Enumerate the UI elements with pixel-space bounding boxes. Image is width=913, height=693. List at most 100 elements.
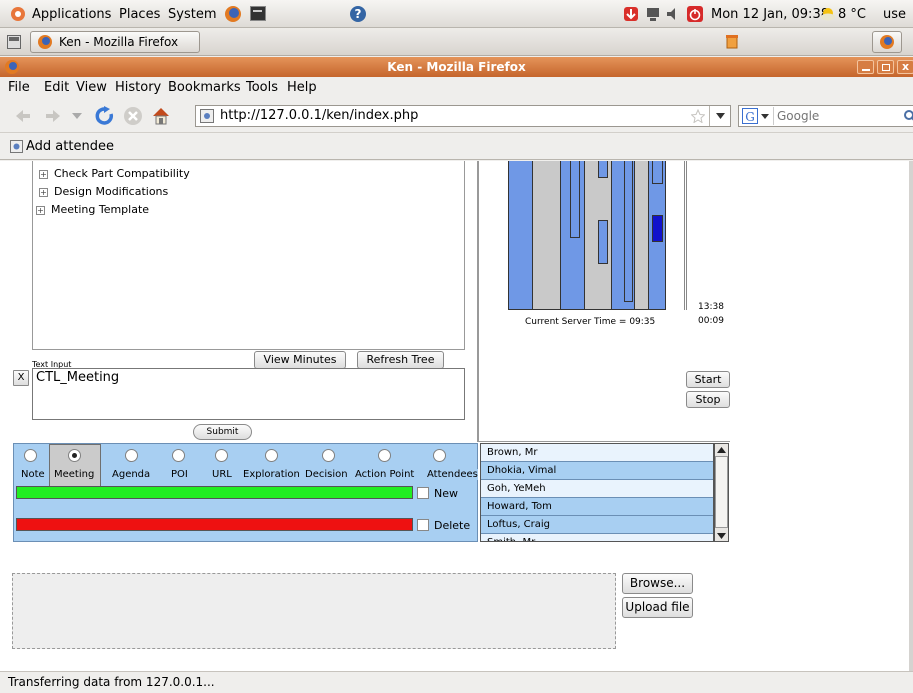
attendees-scrollbar[interactable] (714, 443, 729, 542)
shutdown-icon[interactable] (686, 5, 704, 23)
radio-action-point[interactable] (378, 449, 391, 462)
back-arrow-icon[interactable] (14, 108, 32, 124)
menu-history[interactable]: History (115, 80, 161, 95)
radio-meeting[interactable] (68, 449, 81, 462)
menu-file[interactable]: File (8, 80, 30, 95)
minimize-button[interactable] (857, 60, 874, 74)
window-title: Ken - Mozilla Firefox (387, 60, 526, 74)
bookmark-star-icon[interactable] (691, 109, 705, 123)
search-box[interactable]: G (738, 105, 913, 127)
radio-url[interactable] (215, 449, 228, 462)
attendee-row[interactable]: Smith, Mr (481, 534, 713, 541)
radio-exploration[interactable] (265, 449, 278, 462)
timeline-panel: Current Server Time = 09:35 13:38 00:09 … (478, 161, 730, 442)
upload-file-button[interactable]: Upload file (622, 597, 693, 618)
scroll-down-icon[interactable] (717, 533, 726, 539)
url-bar[interactable]: http://127.0.0.1/ken/index.php (195, 105, 731, 127)
taskbar-firefox-window[interactable]: Ken - Mozilla Firefox (30, 31, 200, 53)
menu-help[interactable]: Help (287, 80, 317, 95)
file-drop-area[interactable] (12, 573, 616, 649)
timeline-event-bar-current[interactable] (652, 215, 663, 242)
search-input[interactable] (777, 107, 897, 125)
timeline-chart (508, 161, 666, 310)
page-scrollbar[interactable] (909, 161, 913, 671)
delete-checkbox[interactable] (417, 519, 429, 531)
applications-menu[interactable]: Applications (32, 7, 111, 22)
window-menu-icon[interactable] (4, 59, 20, 75)
close-button[interactable]: x (897, 60, 913, 74)
type-label-action-point: Action Point (355, 469, 415, 480)
browse-button[interactable]: Browse... (622, 573, 693, 594)
workspace-switcher[interactable] (872, 31, 902, 53)
clear-input-button[interactable]: X (13, 370, 29, 386)
timeline-event-bar[interactable] (570, 161, 580, 238)
attendee-row[interactable]: Loftus, Craig (481, 516, 713, 534)
show-desktop-icon[interactable] (7, 35, 21, 49)
user-menu[interactable]: use (883, 7, 906, 22)
window-titlebar[interactable]: Ken - Mozilla Firefox x (0, 57, 913, 77)
home-icon[interactable] (151, 106, 171, 126)
refresh-tree-button[interactable]: Refresh Tree (357, 351, 444, 369)
scrollbar-thumb[interactable] (715, 456, 728, 528)
time-label-a: 13:38 (698, 302, 724, 312)
menu-tools[interactable]: Tools (246, 80, 278, 95)
timeline-event-bar[interactable] (598, 161, 608, 178)
tree-item-design-modifications[interactable]: + Design Modifications (39, 185, 168, 198)
help-icon[interactable]: ? (349, 5, 367, 23)
radio-attendees[interactable] (433, 449, 446, 462)
terminal-launcher-icon[interactable] (250, 6, 266, 21)
status-bar: Transferring data from 127.0.0.1... (0, 671, 913, 693)
tree-item-label: Design Modifications (54, 185, 169, 198)
stop-button[interactable]: Stop (686, 391, 730, 408)
submit-button[interactable]: Submit (193, 424, 252, 440)
timeline-event-bar[interactable] (624, 161, 633, 302)
attendee-row[interactable]: Brown, Mr (481, 444, 713, 462)
network-icon[interactable] (645, 6, 661, 22)
menu-view[interactable]: View (76, 80, 107, 95)
attendee-row[interactable]: Howard, Tom (481, 498, 713, 516)
system-menu[interactable]: System (168, 7, 216, 22)
search-engine-selector[interactable]: G (740, 107, 774, 125)
time-label-b: 00:09 (698, 316, 724, 326)
radio-decision[interactable] (322, 449, 335, 462)
type-label-attendees: Attendees (427, 469, 478, 480)
start-button[interactable]: Start (686, 371, 730, 388)
clock[interactable]: Mon 12 Jan, 09:38 (711, 7, 829, 22)
attendee-row[interactable]: Dhokia, Vimal (481, 462, 713, 480)
attendees-list[interactable]: Brown, Mr Dhokia, Vimal Goh, YeMeh Howar… (480, 443, 714, 542)
radio-poi[interactable] (172, 449, 185, 462)
weather-temperature[interactable]: 8 °C (838, 7, 866, 22)
stop-icon[interactable] (123, 106, 143, 126)
timeline-event-bar[interactable] (598, 220, 608, 264)
menu-bookmarks[interactable]: Bookmarks (168, 80, 241, 95)
new-color-bar[interactable] (16, 486, 413, 499)
timeline-scrubber[interactable] (684, 161, 687, 310)
history-dropdown-icon[interactable] (72, 113, 82, 119)
url-history-dropdown[interactable] (709, 106, 730, 126)
expand-icon[interactable]: + (39, 170, 48, 179)
trash-icon[interactable] (724, 33, 740, 49)
scroll-up-icon[interactable] (717, 447, 726, 453)
maximize-button[interactable] (877, 60, 894, 74)
forward-arrow-icon[interactable] (44, 108, 62, 124)
expand-icon[interactable]: + (39, 188, 48, 197)
delete-color-bar[interactable] (16, 518, 413, 531)
tree-item-meeting-template[interactable]: + Meeting Template (36, 203, 149, 216)
firefox-launcher-icon[interactable] (224, 5, 242, 23)
text-input-field[interactable]: CTL_Meeting (32, 368, 465, 420)
tree-item-label: Check Part Compatibility (54, 167, 190, 180)
menu-edit[interactable]: Edit (44, 80, 69, 95)
attendee-row[interactable]: Goh, YeMeh (481, 480, 713, 498)
expand-icon[interactable]: + (36, 206, 45, 215)
volume-icon[interactable] (665, 6, 681, 22)
places-menu[interactable]: Places (119, 7, 160, 22)
view-minutes-button[interactable]: View Minutes (254, 351, 346, 369)
timeline-event-bar[interactable] (652, 161, 663, 184)
radio-note[interactable] (24, 449, 37, 462)
new-checkbox[interactable] (417, 487, 429, 499)
tree-item-check-part[interactable]: + Check Part Compatibility (39, 167, 190, 180)
update-notifier-icon[interactable] (622, 5, 640, 23)
search-icon[interactable] (903, 109, 913, 123)
radio-agenda[interactable] (125, 449, 138, 462)
reload-icon[interactable] (95, 106, 115, 126)
